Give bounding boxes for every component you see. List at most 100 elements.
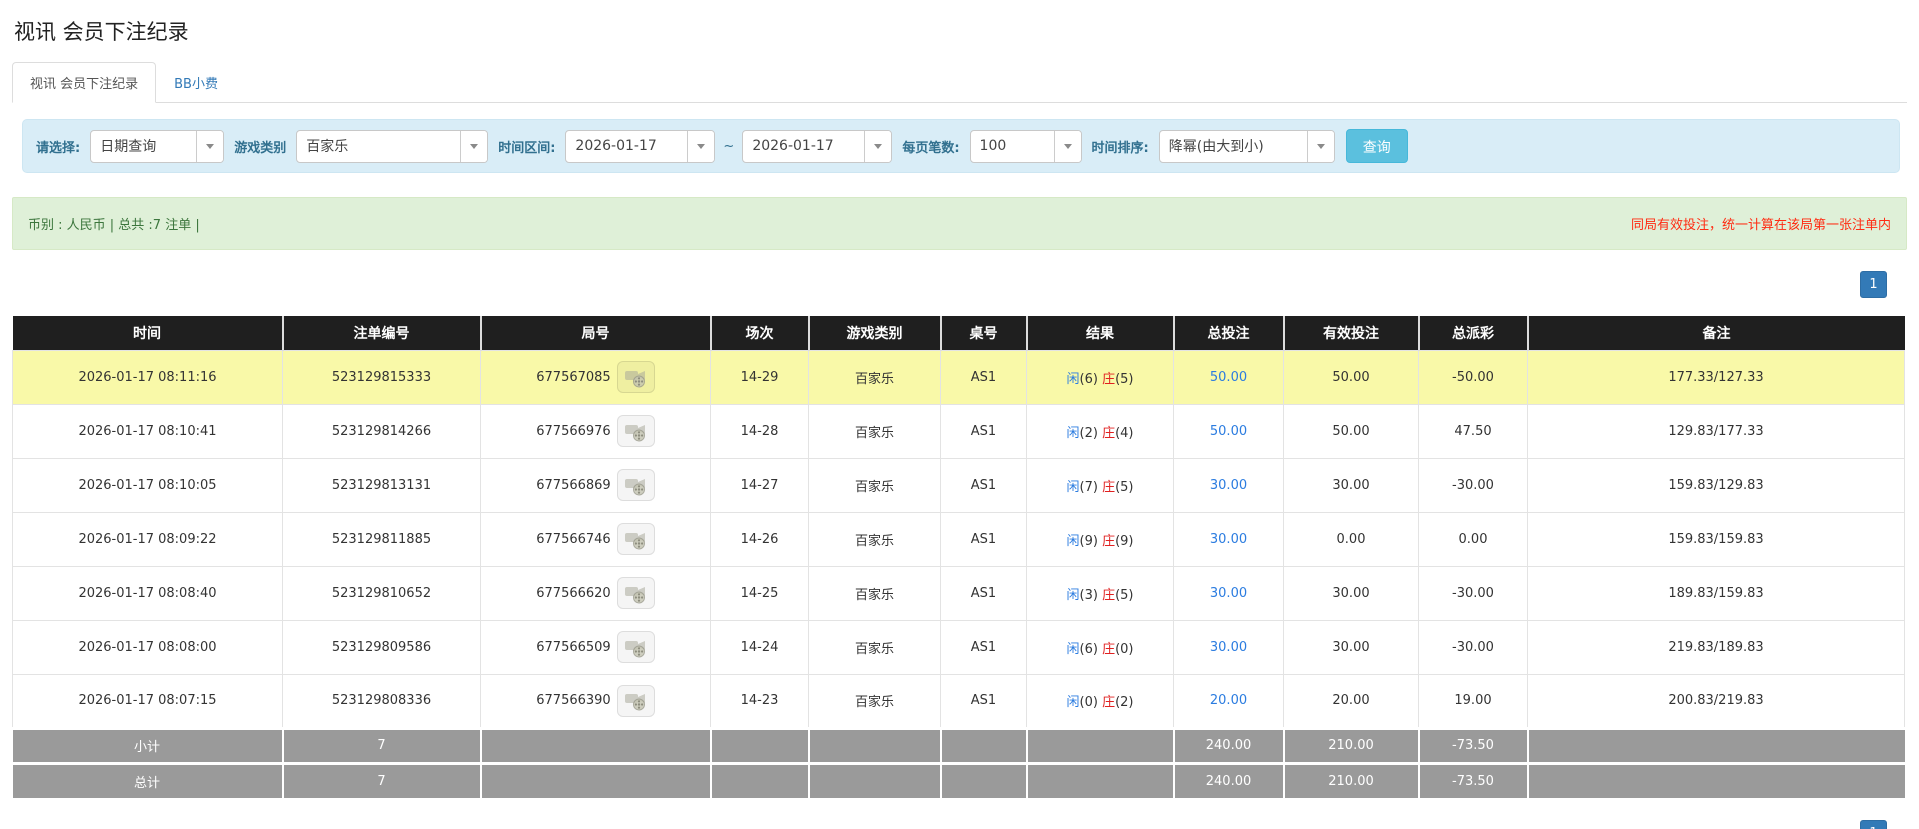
header-session: 场次 — [709, 316, 809, 350]
banker-result-label: 庄 — [1102, 641, 1116, 657]
chevron-down-icon[interactable] — [1306, 130, 1334, 162]
payout-cell: 19.00 — [1418, 673, 1528, 729]
summary-total-bet-cell: 240.00 — [1172, 761, 1284, 798]
banker-result-score: (5) — [1115, 371, 1134, 387]
header-bet-no: 注单编号 — [281, 316, 481, 350]
page-1-button[interactable]: 1 — [1860, 820, 1887, 829]
game-type-cell: 百家乐 — [808, 349, 941, 405]
summary-total-bet-cell: 240.00 — [1172, 726, 1284, 763]
time-cell: 2026-01-17 08:09:22 — [12, 511, 283, 567]
date-from-select[interactable]: 2026-01-17 — [565, 129, 716, 163]
chevron-down-icon[interactable] — [460, 130, 488, 162]
chevron-down-icon[interactable] — [1053, 130, 1081, 162]
summary-valid-bet-cell: 210.00 — [1282, 726, 1419, 763]
round-no-value: 677566976 — [536, 423, 611, 439]
game-type-cell: 百家乐 — [808, 619, 941, 675]
bet-no-cell: 523129809586 — [282, 619, 481, 675]
page-title: 视讯 会员下注纪录 — [14, 20, 189, 44]
range-separator: ~ — [723, 138, 735, 154]
chevron-down-icon[interactable] — [687, 130, 715, 162]
table-no-cell: AS1 — [940, 403, 1027, 459]
tab-bb-tip[interactable]: BB小费 — [156, 62, 236, 103]
payout-cell: -30.00 — [1418, 457, 1528, 513]
time-sort-select[interactable]: 降幂(由大到小) — [1158, 129, 1335, 163]
bet-no-cell: 523129811885 — [282, 511, 481, 567]
session-cell: 14-24 — [710, 619, 809, 675]
player-result-label: 闲 — [1066, 425, 1080, 441]
session-cell: 14-23 — [710, 673, 809, 729]
total-bet-link[interactable]: 30.00 — [1210, 478, 1247, 493]
game-type-cell: 百家乐 — [808, 457, 941, 513]
note-cell: 200.83/219.83 — [1527, 673, 1905, 729]
pagination-bottom: 1 — [12, 820, 1887, 829]
time-cell: 2026-01-17 08:08:40 — [12, 565, 283, 621]
query-type-select[interactable]: 日期查询 — [90, 129, 225, 163]
time-cell: 2026-01-17 08:10:41 — [12, 403, 283, 459]
summary-row: 总计 7 240.00 210.00 -73.50 — [12, 761, 1905, 798]
total-bet-link[interactable]: 30.00 — [1210, 586, 1247, 601]
page-1-button[interactable]: 1 — [1860, 271, 1887, 298]
player-result-label: 闲 — [1066, 479, 1080, 495]
session-cell: 14-25 — [710, 565, 809, 621]
session-cell: 14-28 — [710, 403, 809, 459]
date-to-select[interactable]: 2026-01-17 — [742, 129, 893, 163]
round-no-value: 677566869 — [536, 477, 611, 493]
note-cell: 219.83/189.83 — [1527, 619, 1905, 675]
banker-result-score: (2) — [1115, 695, 1134, 710]
result-cell: 闲(3) 庄(5) — [1026, 565, 1174, 621]
search-button[interactable]: 查询 — [1345, 129, 1408, 163]
table-no-cell: AS1 — [940, 565, 1027, 621]
select-type-label: 请选择: — [36, 140, 81, 156]
note-cell: 159.83/159.83 — [1527, 511, 1905, 567]
chevron-down-icon[interactable] — [864, 130, 892, 162]
round-no-value: 677566390 — [536, 693, 611, 708]
total-bet-link[interactable]: 50.00 — [1210, 370, 1247, 385]
table-row: 2026-01-17 08:08:40 523129810652 6775666… — [12, 565, 1905, 621]
summary-valid-bet-cell: 210.00 — [1282, 761, 1419, 798]
video-replay-button[interactable] — [616, 684, 655, 717]
player-result-score: (2) — [1079, 425, 1098, 441]
total-bet-cell: 50.00 — [1173, 349, 1284, 405]
video-replay-button[interactable] — [616, 469, 655, 501]
tab-video-records[interactable]: 视讯 会员下注纪录 — [12, 62, 157, 103]
round-no-cell: 677566509 — [480, 619, 711, 675]
game-type-select[interactable]: 百家乐 — [296, 129, 489, 163]
video-replay-button[interactable] — [616, 361, 655, 393]
game-type-cell: 百家乐 — [808, 511, 941, 567]
total-bet-link[interactable]: 20.00 — [1210, 693, 1247, 708]
date-to-value: 2026-01-17 — [752, 138, 834, 154]
note-cell: 129.83/177.33 — [1527, 403, 1905, 459]
result-cell: 闲(2) 庄(4) — [1026, 403, 1174, 459]
query-type-value: 日期查询 — [100, 139, 157, 155]
banker-result-label: 庄 — [1102, 695, 1116, 710]
session-cell: 14-26 — [710, 511, 809, 567]
round-no-cell: 677566746 — [480, 511, 711, 567]
video-camera-icon — [624, 370, 645, 387]
time-cell: 2026-01-17 08:10:05 — [12, 457, 283, 513]
round-no-cell: 677566976 — [480, 403, 711, 459]
summary-payout-cell: -73.50 — [1417, 761, 1528, 798]
chevron-down-icon[interactable] — [196, 130, 224, 162]
valid-bet-cell: 0.00 — [1283, 511, 1419, 567]
total-bet-link[interactable]: 50.00 — [1210, 424, 1247, 439]
video-replay-button[interactable] — [616, 631, 655, 663]
video-replay-button[interactable] — [616, 523, 655, 555]
total-bet-cell: 30.00 — [1173, 565, 1284, 621]
table-row: 2026-01-17 08:11:16 523129815333 6775670… — [12, 349, 1905, 405]
total-bet-link[interactable]: 30.00 — [1210, 640, 1247, 655]
table-no-cell: AS1 — [940, 457, 1027, 513]
payout-cell: 0.00 — [1418, 511, 1528, 567]
table-no-cell: AS1 — [940, 511, 1027, 567]
total-bet-link[interactable]: 30.00 — [1210, 532, 1247, 547]
page-size-select[interactable]: 100 — [969, 129, 1082, 163]
payout-cell: 47.50 — [1418, 403, 1528, 459]
game-type-cell: 百家乐 — [808, 565, 941, 621]
table-no-cell: AS1 — [940, 349, 1027, 405]
banker-result-label: 庄 — [1102, 425, 1116, 441]
summary-row: 小计 7 240.00 210.00 -73.50 — [12, 726, 1905, 763]
video-replay-button[interactable] — [616, 577, 655, 609]
video-replay-button[interactable] — [616, 415, 655, 447]
game-type-cell: 百家乐 — [808, 673, 941, 729]
player-result-label: 闲 — [1066, 587, 1080, 603]
game-type-label: 游戏类别 — [234, 140, 287, 156]
